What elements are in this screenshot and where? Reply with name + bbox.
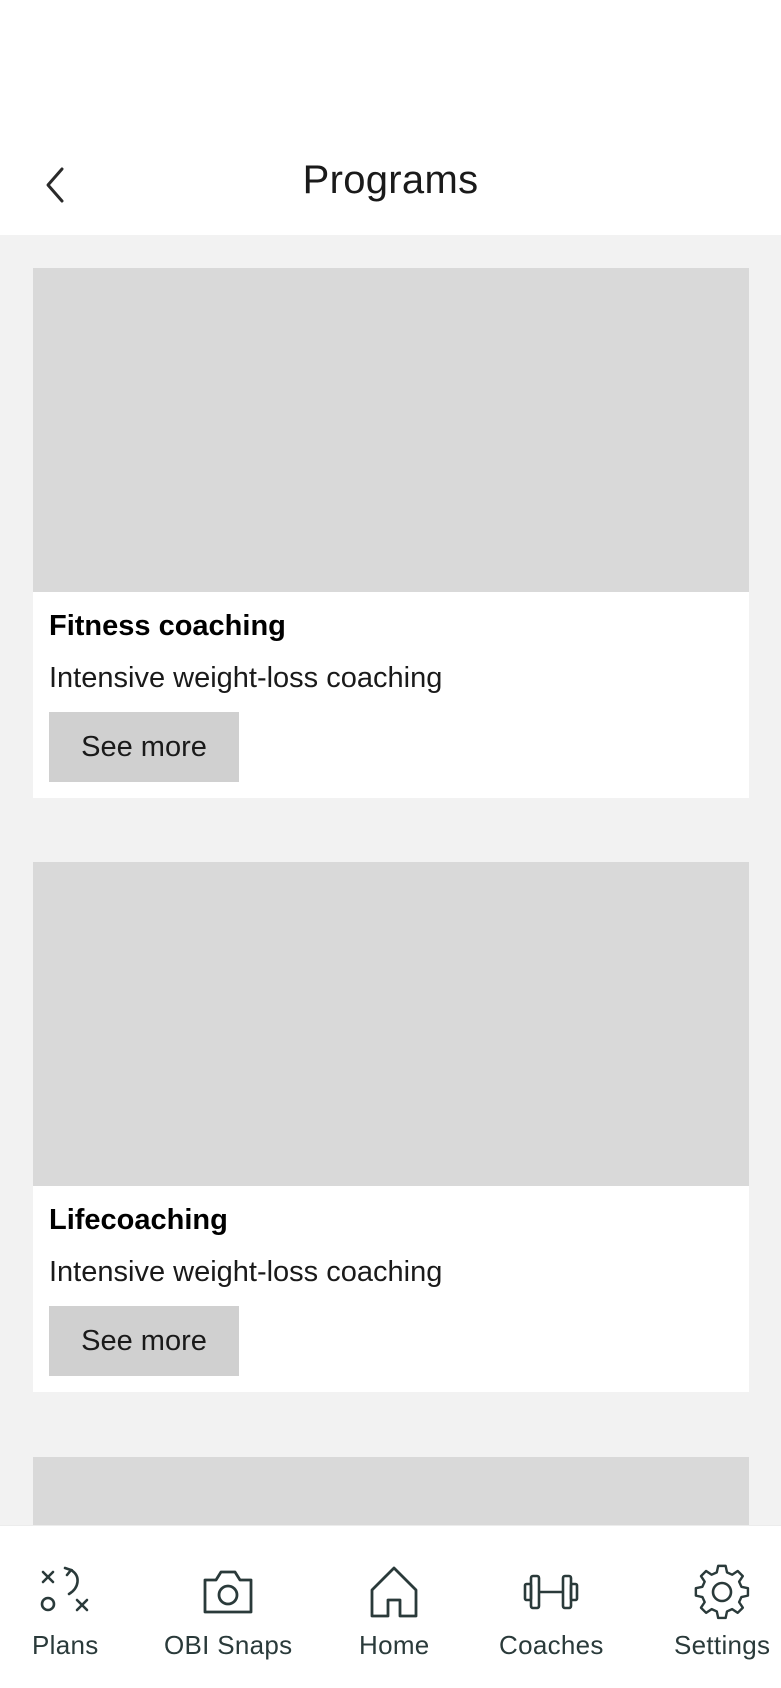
nav-item-plans[interactable]: Plans [20, 1526, 110, 1688]
program-image [33, 862, 749, 1186]
program-image [33, 268, 749, 592]
see-more-button[interactable]: See more [49, 1306, 239, 1376]
program-image-partial [33, 1457, 749, 1525]
see-more-button[interactable]: See more [49, 712, 239, 782]
program-card[interactable]: Fitness coaching Intensive weight-loss c… [33, 268, 749, 798]
program-card-body: Lifecoaching Intensive weight-loss coach… [33, 1186, 749, 1392]
nav-label: Home [359, 1630, 430, 1660]
nav-label: Settings [674, 1630, 771, 1660]
nav-item-coaches[interactable]: Coaches [496, 1526, 606, 1688]
plans-icon [40, 1566, 89, 1612]
bottom-nav: Plans OBI Snaps Home Coaches Settings [0, 1525, 781, 1688]
nav-label: Plans [32, 1630, 99, 1660]
program-description: Intensive weight-loss coaching [49, 662, 443, 694]
header: Programs [0, 0, 781, 235]
program-title: Fitness coaching [49, 610, 286, 642]
gear-icon [694, 1564, 750, 1620]
nav-item-settings[interactable]: Settings [672, 1526, 772, 1688]
program-title: Lifecoaching [49, 1204, 228, 1236]
dumbbell-icon [523, 1574, 579, 1610]
program-card-body: Fitness coaching Intensive weight-loss c… [33, 592, 749, 798]
program-list[interactable]: Fitness coaching Intensive weight-loss c… [0, 235, 781, 1525]
page-title: Programs [302, 158, 479, 202]
camera-icon [203, 1570, 253, 1614]
nav-label: OBI Snaps [164, 1630, 293, 1660]
nav-item-obi-snaps[interactable]: OBI Snaps [164, 1526, 293, 1688]
nav-label: Coaches [499, 1630, 604, 1660]
programs-screen: Programs Fitness coaching Intensive weig… [0, 0, 781, 1688]
nav-item-home[interactable]: Home [354, 1526, 434, 1688]
program-card[interactable]: Lifecoaching Intensive weight-loss coach… [33, 862, 749, 1392]
program-description: Intensive weight-loss coaching [49, 1256, 443, 1288]
home-icon [370, 1566, 418, 1618]
